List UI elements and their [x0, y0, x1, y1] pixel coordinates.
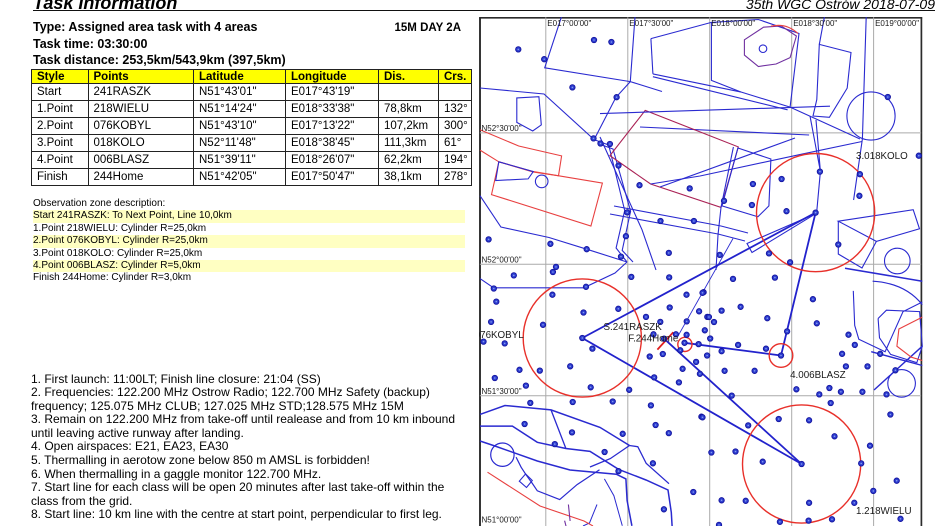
svg-text:2.076KOBYL: 2.076KOBYL	[479, 330, 524, 341]
svg-text:N51°30'00": N51°30'00"	[482, 387, 522, 396]
svg-text:N52°00'00": N52°00'00"	[482, 256, 522, 265]
svg-text:S.241RASZK: S.241RASZK	[604, 322, 663, 333]
svg-text:E019°00'00": E019°00'00"	[875, 19, 919, 28]
svg-text:N52°30'00": N52°30'00"	[482, 124, 522, 133]
svg-text:4.006BLASZ: 4.006BLASZ	[790, 370, 846, 381]
svg-text:E018°30'00": E018°30'00"	[793, 19, 837, 28]
svg-text:E018°00'00": E018°00'00"	[711, 19, 755, 28]
svg-text:E017°00'00": E017°00'00"	[547, 19, 591, 28]
svg-text:F.244Home: F.244Home	[628, 334, 679, 345]
svg-text:N51°00'00": N51°00'00"	[482, 516, 522, 525]
svg-text:E017°30'00": E017°30'00"	[629, 19, 673, 28]
svg-text:1.218WIELU: 1.218WIELU	[856, 506, 912, 517]
svg-text:3.018KOLO: 3.018KOLO	[856, 151, 908, 162]
